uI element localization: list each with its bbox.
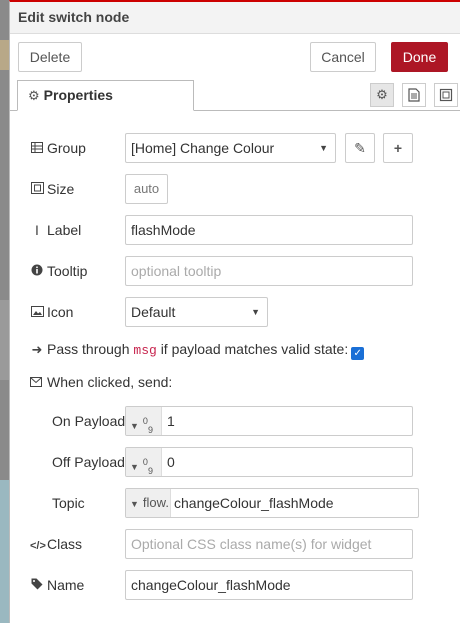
topic-type-label: flow. — [142, 495, 169, 510]
workspace-node-fragment — [0, 40, 9, 70]
msg-code: msg — [133, 343, 157, 358]
topic-value: changeColour_flashMode — [174, 495, 334, 511]
label-label-text: Label — [47, 222, 82, 238]
resize-icon — [30, 175, 44, 205]
class-input[interactable]: Optional CSS class name(s) for widget — [125, 529, 413, 559]
done-button[interactable]: Done — [391, 42, 448, 72]
description-tab[interactable] — [402, 83, 426, 107]
number-type-icon-bottom: 9 — [147, 424, 153, 435]
passthrough-checkbox[interactable]: ✓ — [351, 347, 365, 360]
arrow-right-icon: ➜ — [31, 342, 43, 357]
size-label-text: Size — [47, 181, 75, 197]
chevron-down-icon: ▼ — [251, 307, 260, 317]
gear-icon: ⚙ — [376, 87, 388, 102]
size-label: Size — [30, 174, 74, 205]
passthrough-suffix: if payload matches valid state: — [160, 341, 349, 357]
table-icon — [30, 134, 44, 164]
topic-type-button[interactable]: ▼ flow. — [126, 489, 171, 517]
name-label: Name — [30, 570, 84, 601]
plus-icon: + — [393, 140, 403, 156]
edit-group-button[interactable]: ✎ — [345, 133, 375, 163]
tab-properties[interactable]: ⚙ Properties — [17, 80, 194, 111]
gear-icon: ⚙ — [28, 88, 40, 103]
description-icon — [408, 88, 420, 102]
on-payload-label: On Payload — [52, 413, 126, 429]
on-payload-type-button[interactable]: ▼09 — [126, 407, 162, 435]
group-label-text: Group — [47, 140, 86, 156]
group-select[interactable]: [Home] Change Colour ▼ — [125, 133, 336, 163]
passthrough-prefix: Pass through — [47, 341, 130, 357]
group-label: Group — [30, 133, 86, 164]
workspace-node-fragment — [0, 480, 9, 623]
group-select-value: [Home] Change Colour — [131, 140, 275, 156]
topic-label: Topic — [52, 495, 85, 511]
caret-down-icon: ▼ — [130, 421, 139, 432]
tab-properties-label: Properties — [43, 87, 113, 103]
topic-input[interactable]: ▼ flow. changeColour_flashMode — [125, 488, 419, 518]
tooltip-label: Tooltip — [30, 256, 87, 287]
code-icon: </> — [30, 540, 46, 552]
size-button[interactable]: auto — [125, 174, 168, 204]
off-payload-value: 0 — [167, 454, 175, 470]
cancel-button[interactable]: Cancel — [310, 42, 376, 72]
workspace-node-fragment — [0, 300, 9, 380]
when-clicked-heading: When clicked, send: — [30, 372, 172, 392]
icon-label-text: Icon — [47, 304, 74, 320]
icon-select[interactable]: Default ▼ — [125, 297, 268, 327]
delete-button[interactable]: Delete — [18, 42, 82, 72]
tray-title: Edit switch node — [10, 2, 460, 34]
node-properties-tab[interactable]: ⚙ — [370, 83, 394, 107]
name-label-text: Name — [47, 577, 85, 593]
when-clicked-label: When clicked, send: — [47, 374, 173, 390]
chevron-down-icon: ▼ — [319, 143, 328, 153]
class-label-text: Class — [47, 536, 83, 552]
label-label: I Label — [30, 215, 81, 245]
icon-select-value: Default — [131, 304, 176, 320]
envelope-icon — [30, 372, 44, 392]
edit-tray: Edit switch node Delete Cancel Done ⚙ Pro… — [9, 0, 460, 623]
tag-icon — [30, 571, 44, 601]
appearance-tab[interactable] — [434, 83, 458, 107]
appearance-icon — [439, 88, 453, 102]
info-circle-icon — [30, 257, 44, 287]
on-payload-input[interactable]: ▼09 1 — [125, 406, 413, 436]
background-workspace — [0, 0, 9, 623]
text-cursor-icon: I — [35, 222, 39, 238]
number-type-icon-bottom: 9 — [147, 465, 153, 476]
off-payload-type-button[interactable]: ▼09 — [126, 448, 162, 476]
image-icon — [30, 298, 44, 328]
caret-down-icon: ▼ — [130, 462, 139, 473]
off-payload-input[interactable]: ▼09 0 — [125, 447, 413, 477]
caret-down-icon: ▼ — [130, 499, 139, 509]
label-input[interactable]: flashMode — [125, 215, 413, 245]
tab-bar: ⚙ Properties ⚙ — [10, 80, 460, 111]
off-payload-label: Off Payload — [52, 454, 125, 470]
tooltip-label-text: Tooltip — [47, 263, 88, 279]
pencil-icon: ✎ — [354, 140, 366, 156]
tooltip-input[interactable]: optional tooltip — [125, 256, 413, 286]
name-input[interactable]: changeColour_flashMode — [125, 570, 413, 600]
class-label: </>Class — [30, 529, 82, 561]
icon-label: Icon — [30, 297, 73, 328]
on-payload-value: 1 — [167, 413, 175, 429]
add-group-button[interactable]: + — [383, 133, 413, 163]
passthrough-row: ➜ Pass through msg if payload matches val… — [30, 334, 365, 366]
